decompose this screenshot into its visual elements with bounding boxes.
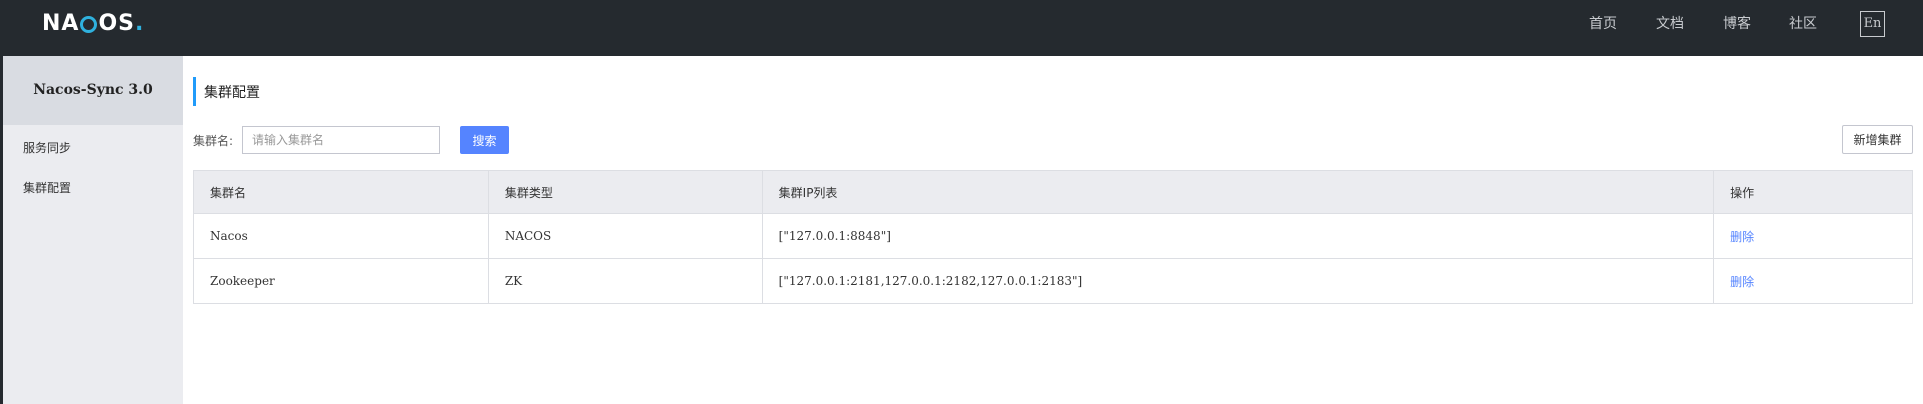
table-row: Zookeeper ZK ["127.0.0.1:2181,127.0.0.1:… bbox=[193, 258, 1913, 304]
delete-link[interactable]: 删除 bbox=[1730, 230, 1754, 244]
nav-item-home[interactable]: 首页 bbox=[1589, 13, 1617, 33]
delete-link[interactable]: 删除 bbox=[1730, 275, 1754, 289]
logo-dot-icon: . bbox=[135, 10, 144, 36]
cell-cluster-name: Zookeeper bbox=[193, 258, 489, 304]
nav-item-community[interactable]: 社区 bbox=[1789, 13, 1817, 33]
column-header-cluster-ips: 集群IP列表 bbox=[761, 170, 1715, 214]
cell-actions: 删除 bbox=[1713, 213, 1913, 259]
language-toggle-button[interactable]: En bbox=[1860, 11, 1885, 37]
table-row: Nacos NACOS ["127.0.0.1:8848"] 删除 bbox=[193, 213, 1913, 259]
cell-cluster-type: ZK bbox=[487, 258, 763, 304]
nav-item-blog[interactable]: 博客 bbox=[1723, 13, 1751, 33]
nacos-logo[interactable]: NA OS. bbox=[42, 10, 144, 36]
cell-actions: 删除 bbox=[1713, 258, 1913, 304]
title-accent-bar bbox=[193, 77, 196, 106]
sidebar: Nacos-Sync 3.0 服务同步 集群配置 bbox=[3, 56, 183, 404]
page-title: 集群配置 bbox=[204, 85, 260, 101]
sidebar-title: Nacos-Sync 3.0 bbox=[3, 56, 183, 125]
nav-item-docs[interactable]: 文档 bbox=[1656, 13, 1684, 33]
cluster-name-label: 集群名: bbox=[193, 134, 234, 148]
column-header-cluster-name: 集群名 bbox=[193, 170, 489, 214]
table-header-row: 集群名 集群类型 集群IP列表 操作 bbox=[193, 170, 1913, 214]
cell-cluster-name: Nacos bbox=[193, 213, 489, 259]
logo-ring-icon bbox=[80, 15, 98, 33]
cell-cluster-ips: ["127.0.0.1:2181,127.0.0.1:2182,127.0.0.… bbox=[761, 258, 1715, 304]
cluster-name-search-input[interactable] bbox=[242, 126, 440, 154]
sidebar-item-cluster-config[interactable]: 集群配置 bbox=[23, 179, 71, 196]
column-header-cluster-type: 集群类型 bbox=[487, 170, 763, 214]
top-navbar: NA OS. 首页 文档 博客 社区 En bbox=[0, 0, 1923, 56]
logo-text-part-1: NA bbox=[42, 10, 80, 36]
logo-text-part-2: OS bbox=[98, 10, 135, 36]
column-header-actions: 操作 bbox=[1713, 170, 1913, 214]
cell-cluster-ips: ["127.0.0.1:8848"] bbox=[761, 213, 1715, 259]
cell-cluster-type: NACOS bbox=[487, 213, 763, 259]
add-cluster-button[interactable]: 新增集群 bbox=[1842, 125, 1913, 154]
search-button[interactable]: 搜索 bbox=[460, 126, 509, 154]
sidebar-item-service-sync[interactable]: 服务同步 bbox=[23, 139, 71, 156]
cluster-table: 集群名 集群类型 集群IP列表 操作 Nacos NACOS ["127.0.0… bbox=[193, 170, 1913, 304]
